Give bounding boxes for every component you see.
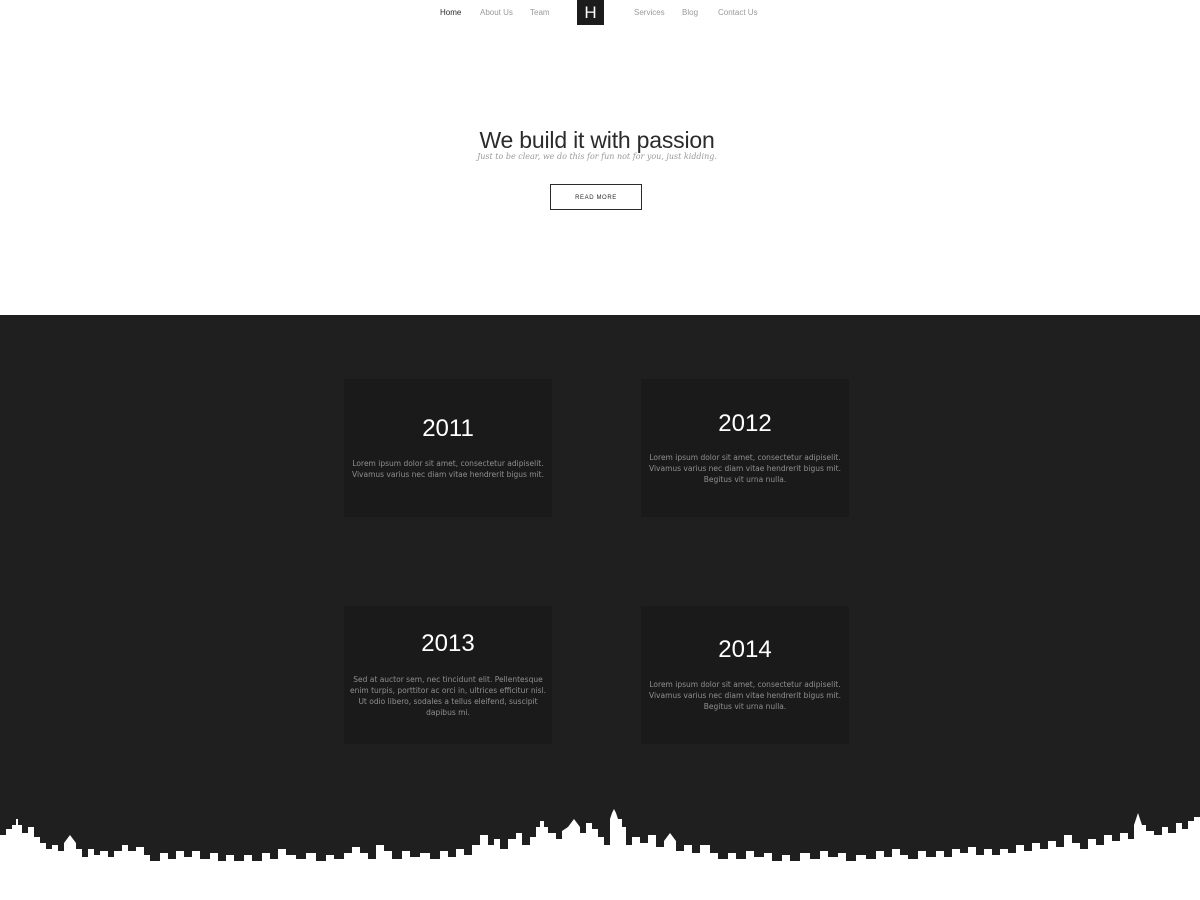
card-text: Sed at auctor sem, nec tincidunt elit. P… [349, 675, 547, 717]
timeline-card-2011: 2011 Lorem ipsum dolor sit amet, consect… [344, 379, 552, 517]
nav-link-home[interactable]: Home [440, 8, 461, 17]
timeline-section: 2011 Lorem ipsum dolor sit amet, consect… [0, 315, 1200, 900]
card-text: Lorem ipsum dolor sit amet, consectetur … [648, 680, 841, 711]
card-year: 2013 [421, 630, 475, 657]
card-text: Lorem ipsum dolor sit amet, consectetur … [648, 453, 841, 484]
card-year: 2011 [422, 415, 474, 442]
hero-subtitle: Just to be clear, we do this for fun not… [477, 152, 717, 161]
card-year: 2012 [718, 410, 772, 437]
timeline-card-2012: 2012 Lorem ipsum dolor sit amet, consect… [641, 379, 849, 517]
site-logo[interactable]: H [577, 0, 604, 25]
nav-link-team[interactable]: Team [530, 8, 550, 17]
card-text: Lorem ipsum dolor sit amet, consectetur … [351, 459, 544, 479]
timeline-card-2013: 2013 Sed at auctor sem, nec tincidunt el… [344, 606, 552, 744]
nav-link-blog[interactable]: Blog [682, 8, 698, 17]
nav-link-contact-us[interactable]: Contact Us [718, 8, 758, 17]
nav-link-services[interactable]: Services [634, 8, 665, 17]
hero-title: We build it with passion [479, 127, 715, 153]
top-navigation: Home About Us Team H Services Blog Conta… [0, 0, 1200, 30]
card-year: 2014 [718, 636, 772, 663]
timeline-card-2014: 2014 Lorem ipsum dolor sit amet, consect… [641, 606, 849, 744]
hero-section: We build it with passion Just to be clea… [0, 30, 1200, 315]
city-skyline-silhouette [0, 809, 1200, 900]
nav-link-about-us[interactable]: About Us [480, 8, 513, 17]
read-more-button[interactable]: READ MORE [550, 184, 642, 210]
